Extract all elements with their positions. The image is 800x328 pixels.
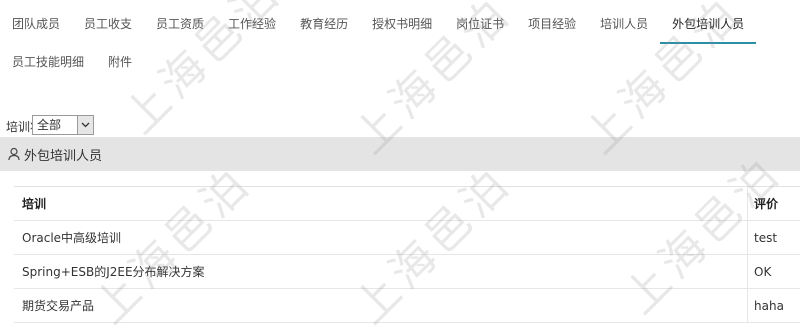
- tab-post-certificates[interactable]: 岗位证书: [444, 4, 516, 44]
- tab-row-secondary: 员工技能明细 附件: [0, 42, 144, 82]
- tab-employee-skills[interactable]: 员工技能明细: [0, 42, 96, 82]
- table-header-row: 培训 评价: [14, 187, 800, 221]
- tab-outsourced-trainees[interactable]: 外包培训人员: [660, 4, 757, 44]
- tab-project-experience[interactable]: 项目经验: [516, 4, 588, 44]
- training-cell: Oracle中高级培训: [14, 221, 748, 254]
- tab-education[interactable]: 教育经历: [288, 4, 360, 44]
- training-status-select[interactable]: 全部: [32, 115, 94, 135]
- chevron-down-icon[interactable]: [77, 116, 93, 134]
- tab-team-members[interactable]: 团队成员: [0, 4, 72, 44]
- column-header-rating[interactable]: 评价: [748, 187, 800, 220]
- rating-cell: haha: [754, 298, 784, 313]
- rating-cell: OK: [754, 264, 772, 279]
- tab-work-experience[interactable]: 工作经验: [216, 4, 288, 44]
- tab-authorization-details[interactable]: 授权书明细: [360, 4, 444, 44]
- training-filter: 培训状态 全部: [6, 110, 94, 135]
- table-row[interactable]: Oracle中高级培训 test: [14, 221, 800, 255]
- tab-trainees[interactable]: 培训人员: [588, 4, 660, 44]
- column-header-training[interactable]: 培训: [14, 187, 748, 220]
- section-title: 外包培训人员: [24, 148, 103, 164]
- table-row[interactable]: 期货交易产品 haha: [14, 289, 800, 323]
- filter-label: 培训状态: [6, 120, 34, 134]
- rating-cell: test: [754, 230, 778, 245]
- section-header: 外包培训人员: [0, 137, 800, 171]
- tab-attachments[interactable]: 附件: [96, 42, 144, 82]
- select-value: 全部: [37, 118, 62, 132]
- table-row[interactable]: Spring+ESB的J2EE分布解决方案 OK: [14, 255, 800, 289]
- training-table: 培训 评价 Oracle中高级培训 test Spring+ESB的J2EE分布…: [14, 186, 800, 323]
- training-cell: Spring+ESB的J2EE分布解决方案: [14, 255, 748, 288]
- tab-row-primary: 团队成员 员工收支 员工资质 工作经验 教育经历 授权书明细 岗位证书 项目经验…: [0, 4, 757, 44]
- user-icon: [8, 147, 20, 161]
- tab-employee-income[interactable]: 员工收支: [72, 4, 144, 44]
- tab-employee-qualification[interactable]: 员工资质: [144, 4, 216, 44]
- training-cell: 期货交易产品: [14, 289, 748, 322]
